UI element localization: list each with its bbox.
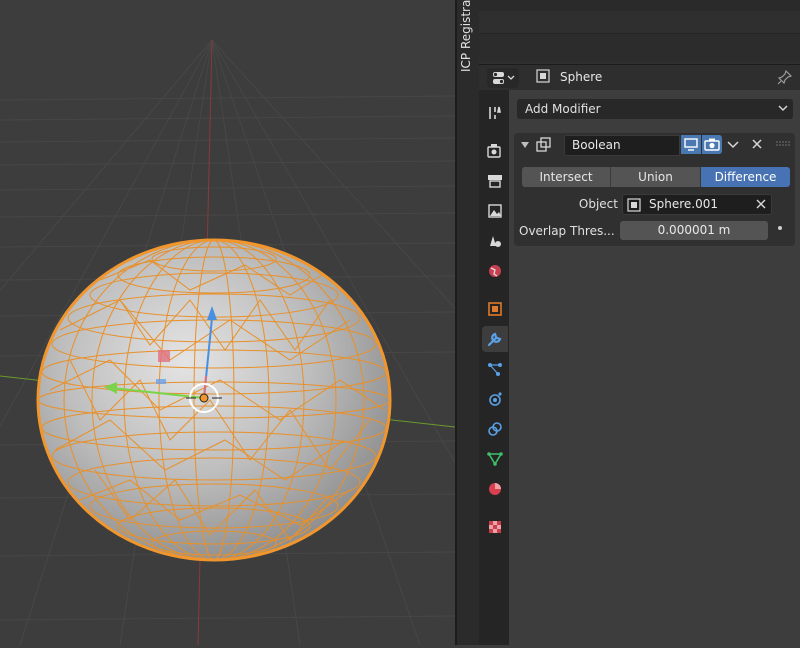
properties-tabs xyxy=(479,90,509,645)
tab-render[interactable] xyxy=(482,138,508,164)
selected-sphere xyxy=(36,238,392,562)
tool-icon xyxy=(489,106,501,119)
chevron-down-icon xyxy=(778,105,788,111)
tab-data[interactable] xyxy=(482,446,508,472)
tab-output[interactable] xyxy=(482,168,508,194)
properties-header: Sphere xyxy=(479,64,800,91)
render-icon xyxy=(487,144,501,158)
object-field[interactable]: Sphere.001 xyxy=(622,194,772,215)
clear-object-icon[interactable] xyxy=(755,198,767,210)
scene-icon xyxy=(490,236,501,247)
object-icon xyxy=(488,302,502,316)
collapse-triangle-icon[interactable] xyxy=(520,140,530,150)
boolean-modifier-icon xyxy=(536,137,551,152)
outliner-area xyxy=(479,0,800,64)
world-icon xyxy=(489,265,501,277)
modifier-properties-panel: Add Modifier Boolean Intersect Union Dif… xyxy=(509,90,800,645)
operation-difference-button[interactable]: Difference xyxy=(701,167,790,187)
view-layer-icon xyxy=(488,204,502,218)
boolean-modifier-panel: Boolean Intersect Union Difference Objec… xyxy=(514,133,795,246)
monitor-icon xyxy=(684,138,698,151)
pin-icon[interactable] xyxy=(777,69,793,85)
overlap-threshold-label: Overlap Thres... xyxy=(519,224,615,238)
material-icon xyxy=(489,483,501,495)
sidebar-strip xyxy=(457,0,479,645)
add-modifier-dropdown[interactable]: Add Modifier xyxy=(517,99,793,119)
texture-icon xyxy=(489,521,501,533)
data-icon xyxy=(487,452,503,466)
sidebar-tab-label: ICP Registra xyxy=(459,0,473,72)
modifier-name-field[interactable]: Boolean xyxy=(564,135,680,156)
operation-union-button[interactable]: Union xyxy=(611,167,701,187)
drag-grip-icon[interactable] xyxy=(776,141,790,147)
object-data-icon xyxy=(627,198,641,212)
modifier-icon xyxy=(487,332,502,347)
tab-constraints[interactable] xyxy=(482,416,508,442)
constraints-icon xyxy=(488,422,502,436)
keyframe-dot-icon[interactable] xyxy=(778,226,782,230)
tab-physics[interactable] xyxy=(482,386,508,412)
object-row: Object Sphere.001 xyxy=(514,193,795,215)
tab-material[interactable] xyxy=(482,476,508,502)
overlap-threshold-row: Overlap Thres... 0.000001 m xyxy=(514,220,795,242)
modifier-menu-chevron-icon[interactable] xyxy=(726,137,740,151)
tab-world[interactable] xyxy=(482,258,508,284)
tab-particles[interactable] xyxy=(482,356,508,382)
tab-object[interactable] xyxy=(482,296,508,322)
boolean-operation-selector: Intersect Union Difference xyxy=(522,167,790,187)
tab-scene[interactable] xyxy=(482,228,508,254)
overlap-threshold-field[interactable]: 0.000001 m xyxy=(620,221,768,240)
object-value: Sphere.001 xyxy=(649,197,718,211)
operation-intersect-button[interactable]: Intersect xyxy=(522,167,611,187)
object-data-icon xyxy=(536,69,550,83)
object-label: Object xyxy=(578,197,618,211)
output-icon xyxy=(488,175,502,188)
modifier-name-value: Boolean xyxy=(572,138,621,152)
3d-viewport[interactable] xyxy=(0,0,761,646)
tab-texture[interactable] xyxy=(482,514,508,540)
object-name: Sphere xyxy=(560,70,603,84)
editor-type-icon xyxy=(493,72,515,84)
editor-type-button[interactable] xyxy=(487,68,519,88)
particles-icon xyxy=(488,363,502,376)
remove-modifier-icon[interactable] xyxy=(750,137,764,151)
physics-icon xyxy=(489,392,502,406)
viewport-scene xyxy=(0,0,761,646)
add-modifier-label: Add Modifier xyxy=(525,102,601,116)
tab-view-layer[interactable] xyxy=(482,198,508,224)
tab-tool[interactable] xyxy=(482,100,508,126)
camera-icon xyxy=(704,138,720,151)
show-in-render-toggle[interactable] xyxy=(702,135,722,154)
show-in-viewport-toggle[interactable] xyxy=(681,135,701,154)
tab-modifier[interactable] xyxy=(482,326,508,352)
